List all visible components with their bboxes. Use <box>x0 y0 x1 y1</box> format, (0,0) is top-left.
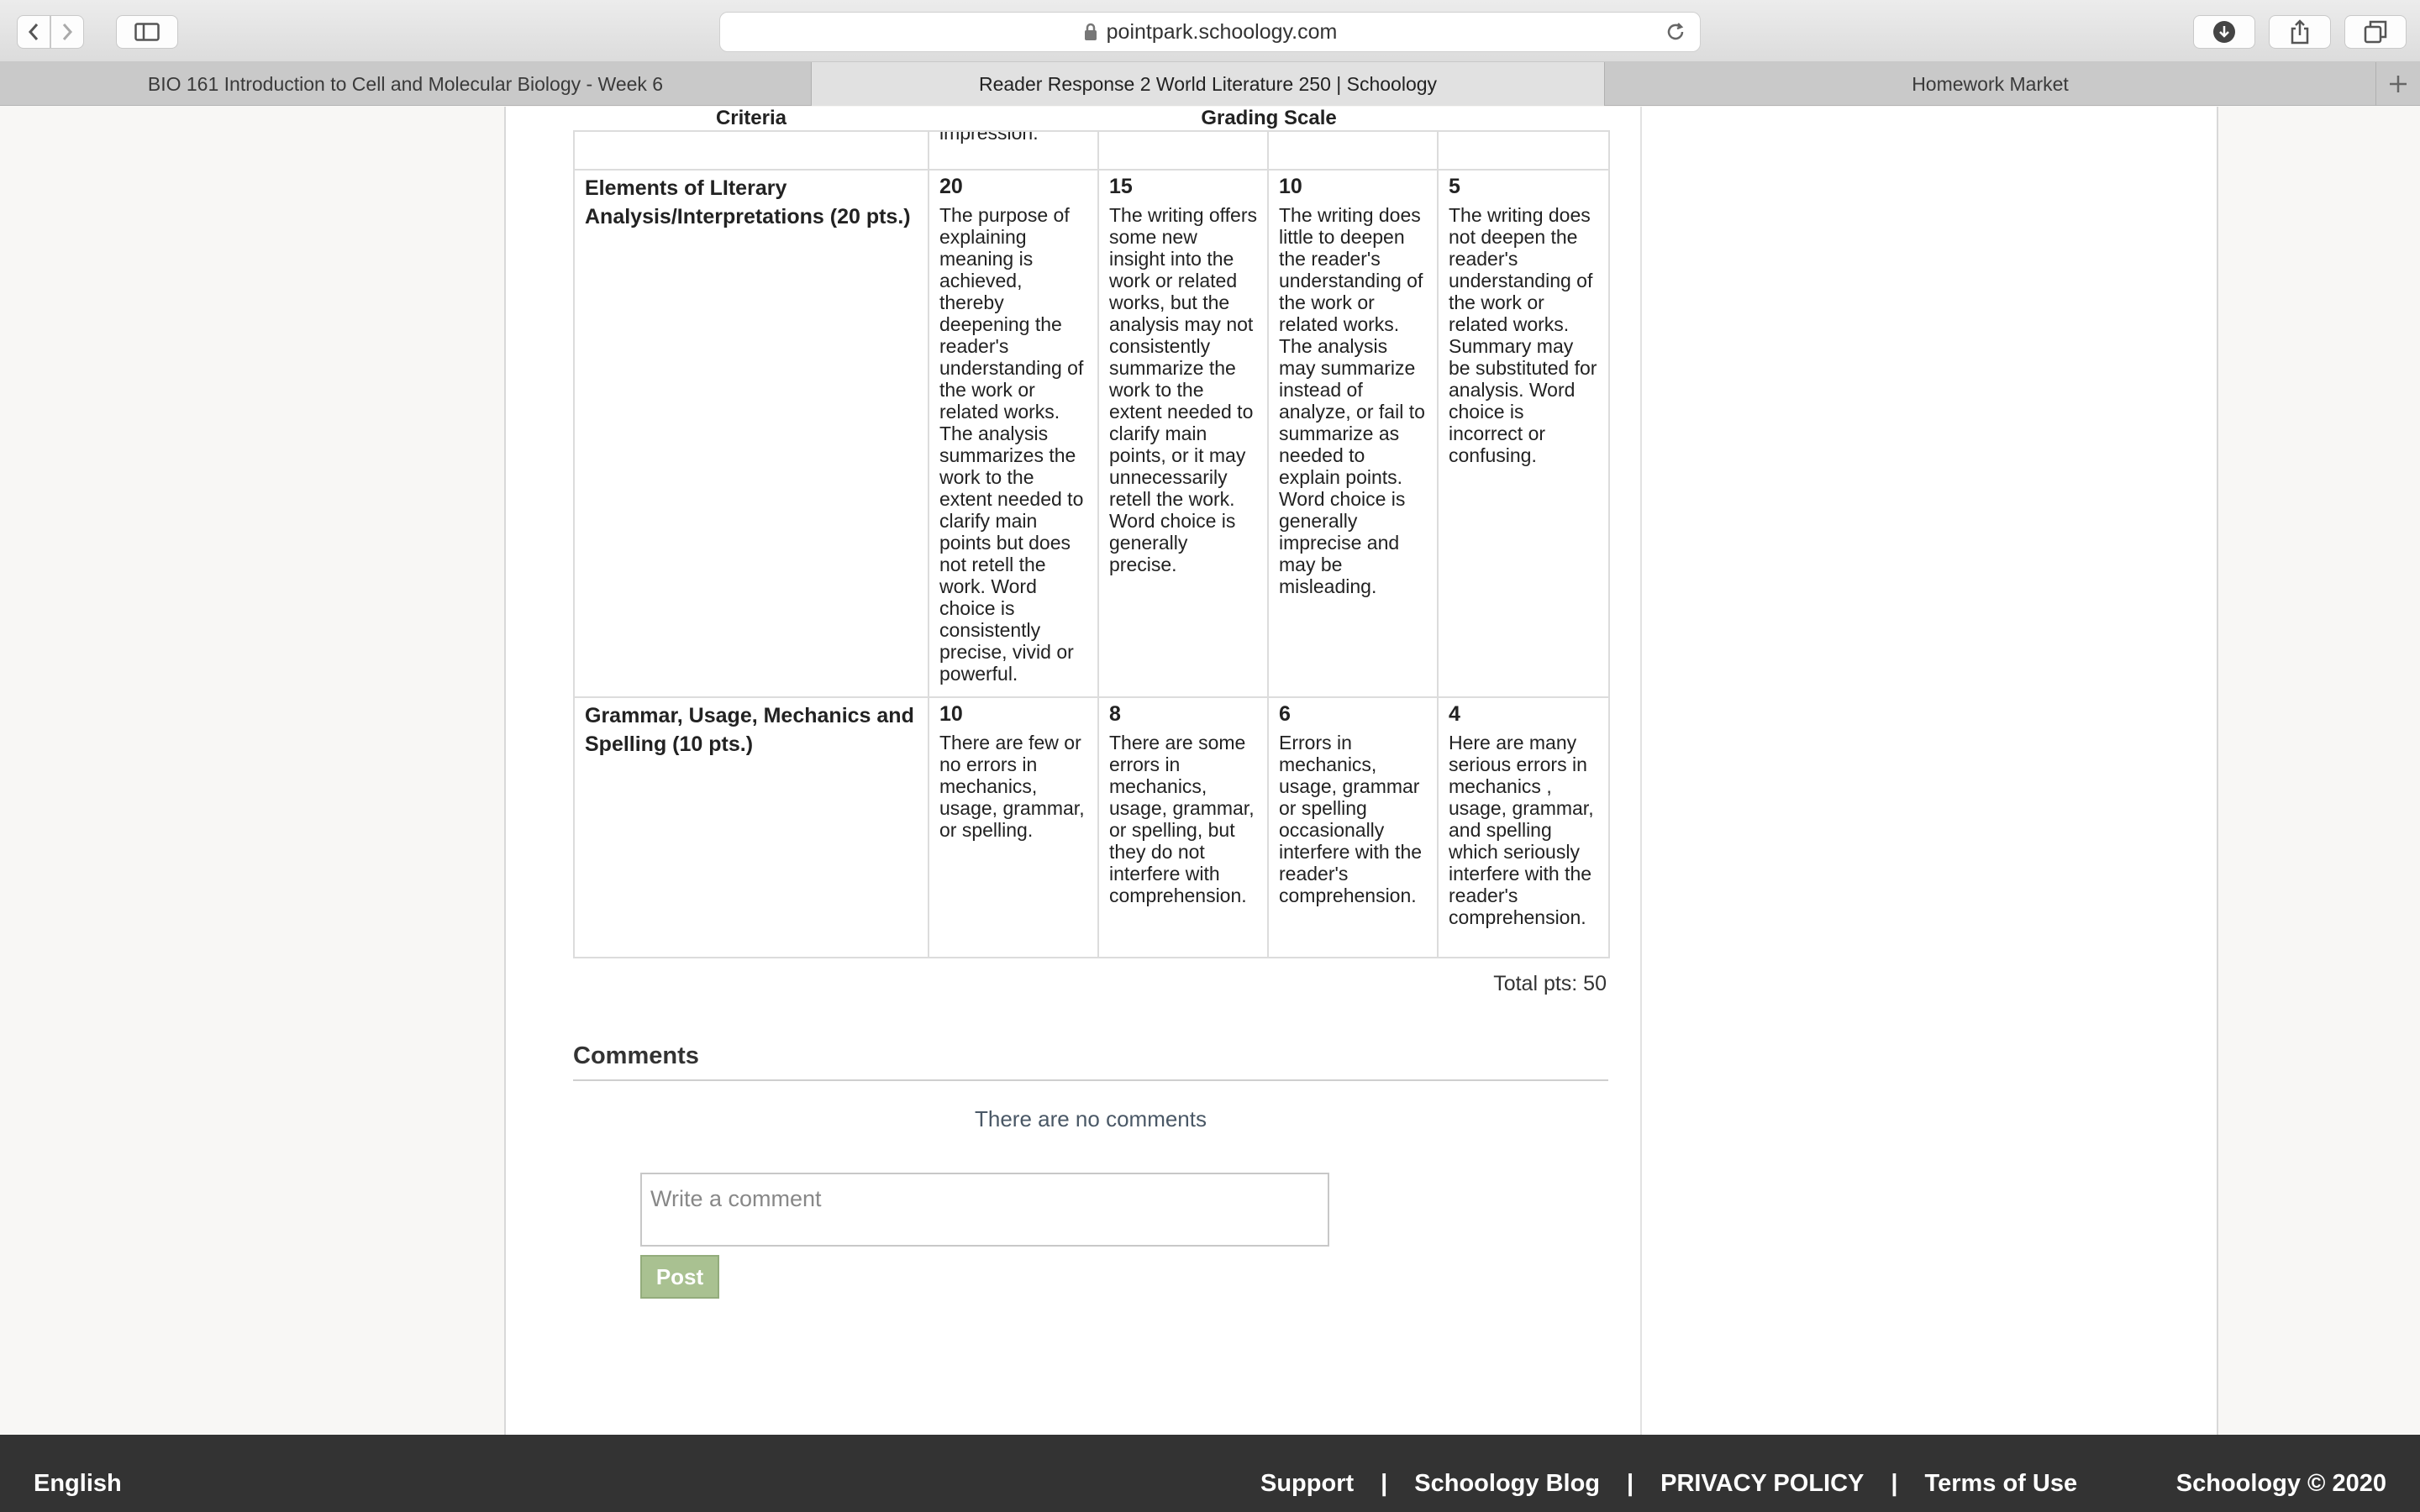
tab-homework-market[interactable]: Homework Market <box>1605 62 2376 106</box>
grading-cell: 10 The writing does little to deepen the … <box>1267 169 1439 698</box>
grading-cell: 6 Errors in mechanics, usage, grammar or … <box>1267 696 1439 958</box>
share-icon <box>2291 19 2309 45</box>
tab-overview-button[interactable] <box>2344 15 2407 49</box>
comments-heading: Comments <box>573 1042 699 1069</box>
grading-cell <box>1097 130 1269 171</box>
url-text: pointpark.schoology.com <box>1106 19 1338 44</box>
criterion-label: Elements of LIterary Analysis/Interpreta… <box>573 169 929 698</box>
new-tab-button[interactable] <box>2376 62 2420 105</box>
rubric-header-row: Criteria Grading Scale <box>574 107 1609 131</box>
page-content: Criteria Grading Scale impression. Eleme… <box>0 107 2420 1435</box>
footer-separator: | <box>1627 1470 1634 1497</box>
criteria-cell <box>573 130 929 171</box>
lock-icon <box>1084 23 1097 40</box>
copyright-text: Schoology © 2020 <box>2175 1470 2386 1497</box>
tab-reader-response[interactable]: Reader Response 2 World Literature 250 |… <box>812 62 1605 106</box>
rubric-table: Criteria Grading Scale impression. Eleme… <box>573 107 1611 958</box>
site-footer: English Support | Schoology Blog | PRIVA… <box>0 1435 2420 1512</box>
comments-divider <box>573 1079 1608 1081</box>
language-selector[interactable]: English <box>34 1470 122 1498</box>
terms-of-use-link[interactable]: Terms of Use <box>1925 1470 2078 1498</box>
table-row: Grammar, Usage, Mechanics and Spelling (… <box>573 696 1611 958</box>
share-button[interactable] <box>2269 15 2331 49</box>
tabs-icon <box>2364 20 2387 44</box>
privacy-policy-link[interactable]: PRIVACY POLICY <box>1660 1470 1864 1498</box>
footer-separator: | <box>1891 1470 1898 1497</box>
grading-cell: 10 There are few or no errors in mechanic… <box>928 696 1099 958</box>
chevron-left-icon <box>28 24 39 40</box>
post-button[interactable]: Post <box>640 1255 719 1299</box>
downloads-button[interactable] <box>2193 15 2255 49</box>
criterion-label: Grammar, Usage, Mechanics and Spelling (… <box>573 696 929 958</box>
grading-cell: 20 The purpose of explaining meaning is a… <box>928 169 1099 698</box>
plus-icon <box>2390 75 2407 92</box>
grading-cell <box>1267 130 1439 171</box>
footer-separator: | <box>1381 1470 1388 1497</box>
cut-text: impression. <box>939 131 1039 144</box>
schoology-blog-link[interactable]: Schoology Blog <box>1414 1470 1600 1498</box>
grading-cell: 8 There are some errors in mechanics, usa… <box>1097 696 1269 958</box>
download-icon <box>2213 21 2235 43</box>
sidebar-icon <box>134 23 160 41</box>
grading-cell: 15 The writing offers some new insight in… <box>1097 169 1269 698</box>
no-comments-text: There are no comments <box>974 1106 1207 1131</box>
reload-icon[interactable] <box>1665 21 1686 43</box>
tab-bio-161[interactable]: BIO 161 Introduction to Cell and Molecul… <box>0 62 812 106</box>
forward-button[interactable] <box>50 15 84 49</box>
criteria-header: Criteria <box>715 107 787 129</box>
back-button[interactable] <box>17 15 50 49</box>
browser-toolbar: pointpark.schoology.com <box>0 0 2420 62</box>
grading-cell: 5 The writing does not deepen the reader'… <box>1436 169 1611 698</box>
grading-scale-header: Grading Scale <box>1201 107 1337 129</box>
comment-input[interactable]: Write a comment <box>640 1173 1329 1247</box>
grading-cell: 4 Here are many serious errors in mechani… <box>1436 696 1611 958</box>
grading-cell <box>1436 130 1611 171</box>
chevron-right-icon <box>62 24 73 40</box>
total-points: Total pts: 50 <box>1493 972 1607 995</box>
grading-cell: impression. <box>928 130 1099 171</box>
table-row: Elements of LIterary Analysis/Interpreta… <box>573 169 1611 698</box>
panel-divider <box>1640 107 1642 1435</box>
sidebar-toggle-button[interactable] <box>116 15 178 49</box>
support-link[interactable]: Support <box>1260 1470 1354 1498</box>
table-row: impression. <box>573 130 1611 171</box>
footer-links: Support | Schoology Blog | PRIVACY POLIC… <box>1260 1470 2077 1498</box>
address-bar[interactable]: pointpark.schoology.com <box>719 12 1701 52</box>
tab-bar: BIO 161 Introduction to Cell and Molecul… <box>0 62 2420 106</box>
